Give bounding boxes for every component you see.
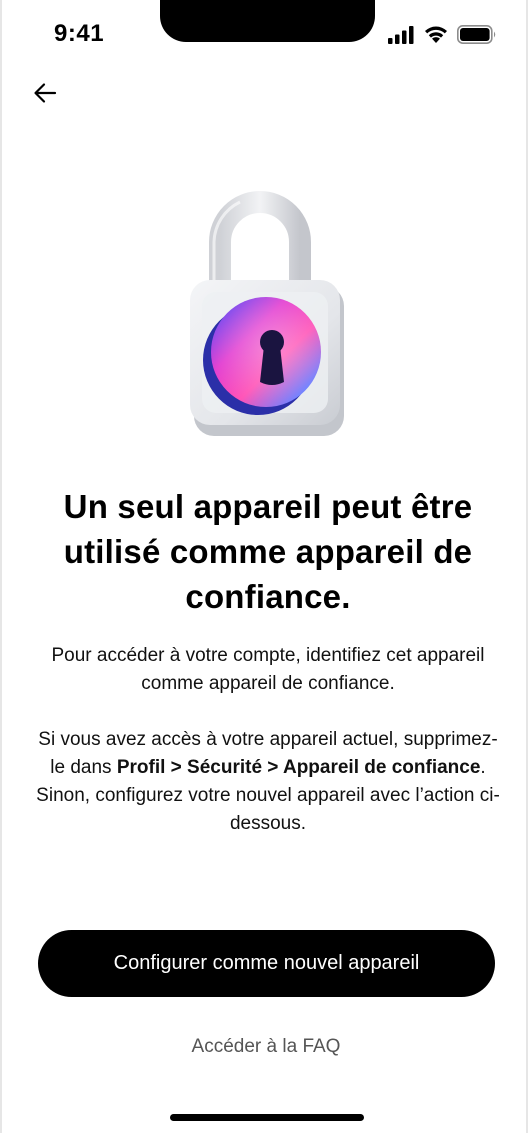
battery-icon [457,25,496,44]
settings-path: Profil > Sécurité > Appareil de confianc… [116,757,481,778]
device-notch [160,0,375,42]
configure-new-device-button[interactable]: Configurer comme nouvel appareil [38,930,495,997]
screen: 9:41 Un seul appareil peut être utilisé … [0,0,528,1133]
page-title: Un seul appareil peut être utilisé comme… [63,488,473,615]
back-button[interactable] [28,76,62,110]
wifi-icon [425,26,447,43]
arrow-left-icon [34,83,57,103]
cellular-signal-icon [388,26,414,44]
padlock-icon [190,191,344,436]
description-paragraph: Pour accéder à votre compte, identifiez … [51,645,485,694]
status-time: 9:41 [54,20,105,47]
home-indicator[interactable] [170,1114,364,1121]
instruction-paragraph: Si vous avez accès à votre appareil actu… [32,726,504,838]
faq-link[interactable]: Accéder à la FAQ [2,1036,528,1058]
